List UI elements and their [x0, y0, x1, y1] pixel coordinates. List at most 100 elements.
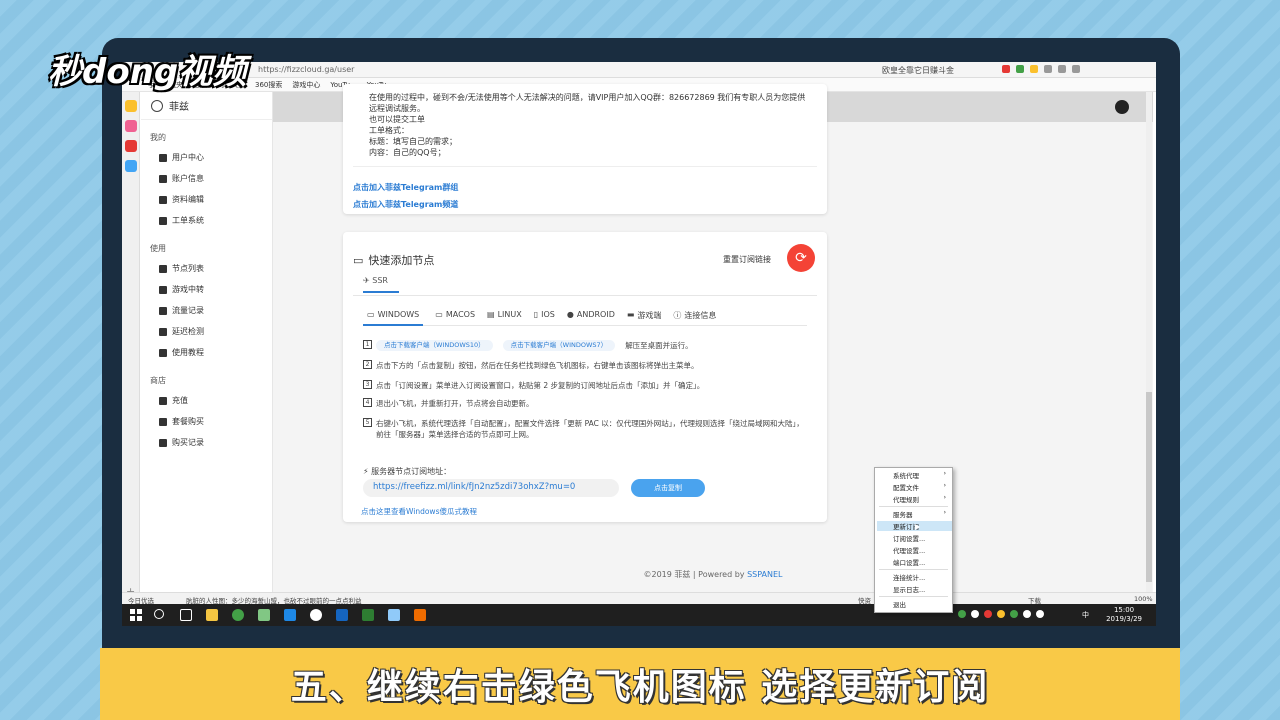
eye-icon — [159, 327, 167, 336]
sidebar-item-traffic[interactable]: 流量记录 — [141, 300, 272, 321]
search-icon[interactable] — [154, 609, 164, 619]
scrollbar[interactable] — [1146, 92, 1152, 606]
tab-label: IOS — [541, 310, 555, 319]
step-4: 4 退出小飞机，并重新打开，节点将会自动更新。 — [363, 398, 807, 409]
tray-icon[interactable] — [997, 610, 1005, 618]
menu-item-proxy-settings[interactable]: 代理设置... — [893, 545, 925, 555]
tab-ios[interactable]: ▯ IOS — [534, 310, 555, 325]
telegram-group-link[interactable]: 点击加入菲兹Telegram群组 — [353, 182, 458, 193]
star-icon[interactable] — [124, 100, 137, 112]
bookmark-icon[interactable] — [1044, 65, 1052, 73]
os-tabs: ▭ WINDOWS ▭ MACOS ▤ LINUX ▯ IOS ● ANDROID ▬ 游戏… — [363, 310, 807, 326]
scrollbar-thumb[interactable] — [1146, 392, 1152, 582]
caption-bar: 五、继续右击绿色飞机图标 选择更新订阅 — [100, 648, 1180, 720]
menu-divider — [879, 596, 948, 597]
tab-linux[interactable]: ▤ LINUX — [487, 310, 522, 325]
menu-icon[interactable] — [1072, 65, 1080, 73]
menu-item-subscription-settings[interactable]: 订阅设置... — [893, 533, 925, 543]
sidebar-item-tutorial[interactable]: 使用教程 — [141, 342, 272, 363]
screen: https://fizzcloud.ga/user 欧皇全靠它日赚斗金 手机收藏… — [122, 62, 1156, 626]
download-win10-button[interactable]: 点击下载客户端（WINDOWS10） — [376, 340, 493, 351]
app-icon[interactable] — [336, 609, 348, 621]
tab-connection-info[interactable]: ⓘ 连接信息 — [673, 310, 716, 325]
windows-start-icon[interactable] — [130, 609, 142, 621]
sidebar-item-game-relay[interactable]: 游戏中转 — [141, 279, 272, 300]
shadowsocksr-tray-icon[interactable] — [958, 610, 966, 618]
reset-subscription-label: 重置订阅链接 — [723, 255, 771, 264]
browser-360-icon[interactable] — [232, 609, 244, 621]
menu-item-system-proxy[interactable]: 系统代理 — [893, 470, 919, 480]
app-icon[interactable] — [388, 609, 400, 621]
tray-icon[interactable] — [1010, 610, 1018, 618]
app-icon[interactable] — [414, 609, 426, 621]
network-icon[interactable] — [1023, 610, 1031, 618]
tray-icon[interactable] — [984, 610, 992, 618]
laptop-icon: ▭ — [435, 310, 443, 319]
mail-icon[interactable] — [124, 160, 137, 172]
shield-icon[interactable] — [1030, 65, 1038, 73]
sidebar-item-purchases[interactable]: 购买记录 — [141, 432, 272, 453]
bookmark-item[interactable]: 游戏中心 — [292, 80, 320, 90]
sidebar-item-recharge[interactable]: 充值 — [141, 390, 272, 411]
brand[interactable]: 菲兹 — [141, 92, 272, 120]
tab-ssr[interactable]: ✈ SSR — [363, 276, 399, 293]
scissors-icon[interactable] — [1002, 65, 1010, 73]
telegram-channel-link[interactable]: 点击加入菲兹Telegram频道 — [353, 199, 458, 210]
subscription-label: ⚡ 服务器节点订阅地址： — [363, 466, 451, 477]
task-view-icon[interactable] — [180, 609, 192, 621]
sidebar-item-account[interactable]: 账户信息 — [141, 168, 272, 189]
notice-text: 工单格式： — [369, 126, 409, 135]
tab-macos[interactable]: ▭ MACOS — [435, 310, 475, 325]
reset-subscription-button[interactable]: ⟳ — [787, 244, 815, 272]
undo-icon[interactable] — [1058, 65, 1066, 73]
tab-android[interactable]: ● ANDROID — [567, 310, 615, 325]
ime-indicator[interactable]: 中 — [1082, 610, 1089, 620]
sidebar-item-latency[interactable]: 延迟检测 — [141, 321, 272, 342]
notice-text: 标题：填写自己的需求； — [369, 137, 457, 146]
quick-add-card: ▭ 快速添加节点 重置订阅链接 ⟳ ✈ SSR ▭ WINDOWS ▭ MACOS … — [343, 232, 827, 522]
copy-button[interactable]: 点击复制 — [631, 479, 705, 497]
section-title: 商店 — [150, 376, 166, 385]
weibo-icon[interactable] — [124, 140, 137, 152]
download-win7-button[interactable]: 点击下载客户端（WINDOWS7） — [502, 340, 616, 351]
sidebar-item-plans[interactable]: 套餐购买 — [141, 411, 272, 432]
tab-windows[interactable]: ▭ WINDOWS — [363, 310, 424, 326]
menu-item-config[interactable]: 配置文件 — [893, 482, 919, 492]
bookmark-item[interactable]: 360搜索 — [255, 80, 282, 90]
sidebar-item-profile-edit[interactable]: 资料编辑 — [141, 189, 272, 210]
windows-tutorial-link[interactable]: 点击这里查看Windows傻瓜式教程 — [361, 506, 477, 517]
sidebar-item-tickets[interactable]: 工单系统 — [141, 210, 272, 231]
tab-ssr-label: SSR — [372, 276, 388, 285]
app-icon[interactable] — [258, 609, 270, 621]
app-icon[interactable] — [284, 609, 296, 621]
browser-statusbar: 今日优选 肮脏的人性图：多少的海誓山盟，也敌不过眼前的一点点利益 快资 下载 1… — [122, 592, 1156, 605]
tab-label: WINDOWS — [377, 310, 420, 319]
game-icon[interactable] — [124, 120, 137, 132]
browser-search-box[interactable]: 欧皇全靠它日赚斗金 — [882, 65, 954, 76]
menu-item-exit[interactable]: 退出 — [893, 599, 906, 609]
sidebar-item-user-center[interactable]: 用户中心 — [141, 147, 272, 168]
subscription-url-field[interactable]: https://freefizz.ml/link/fJn2nz5zdi73ohx… — [363, 479, 619, 497]
address-bar[interactable]: https://fizzcloud.ga/user — [258, 65, 354, 74]
menu-item-servers[interactable]: 服务器 — [893, 509, 913, 519]
wechat-icon[interactable] — [310, 609, 322, 621]
tab-game[interactable]: ▬ 游戏端 — [627, 310, 662, 325]
sidebar-item-nodes[interactable]: 节点列表 — [141, 258, 272, 279]
sync-icon — [159, 195, 167, 204]
folder-icon[interactable] — [206, 609, 218, 621]
menu-item-proxy-rule[interactable]: 代理规则 — [893, 494, 919, 504]
tray-icon[interactable] — [971, 610, 979, 618]
account-circle-icon[interactable] — [1115, 100, 1129, 114]
volume-icon[interactable] — [1036, 610, 1044, 618]
menu-item-show-log[interactable]: 显示日志... — [893, 584, 925, 594]
divider — [353, 166, 817, 167]
extension-icon[interactable] — [1016, 65, 1024, 73]
clock[interactable]: 15:00 2019/3/29 — [1106, 606, 1142, 624]
taskbar: 中 15:00 2019/3/29 — [122, 604, 1156, 626]
clock-time: 15:00 — [1113, 606, 1135, 614]
menu-item-statistics[interactable]: 连接统计... — [893, 572, 925, 582]
menu-item-port-settings[interactable]: 端口设置... — [893, 557, 925, 567]
excel-icon[interactable] — [362, 609, 374, 621]
status-zoom[interactable]: 100% — [1134, 595, 1153, 603]
sspanel-link[interactable]: SSPANEL — [747, 570, 782, 579]
